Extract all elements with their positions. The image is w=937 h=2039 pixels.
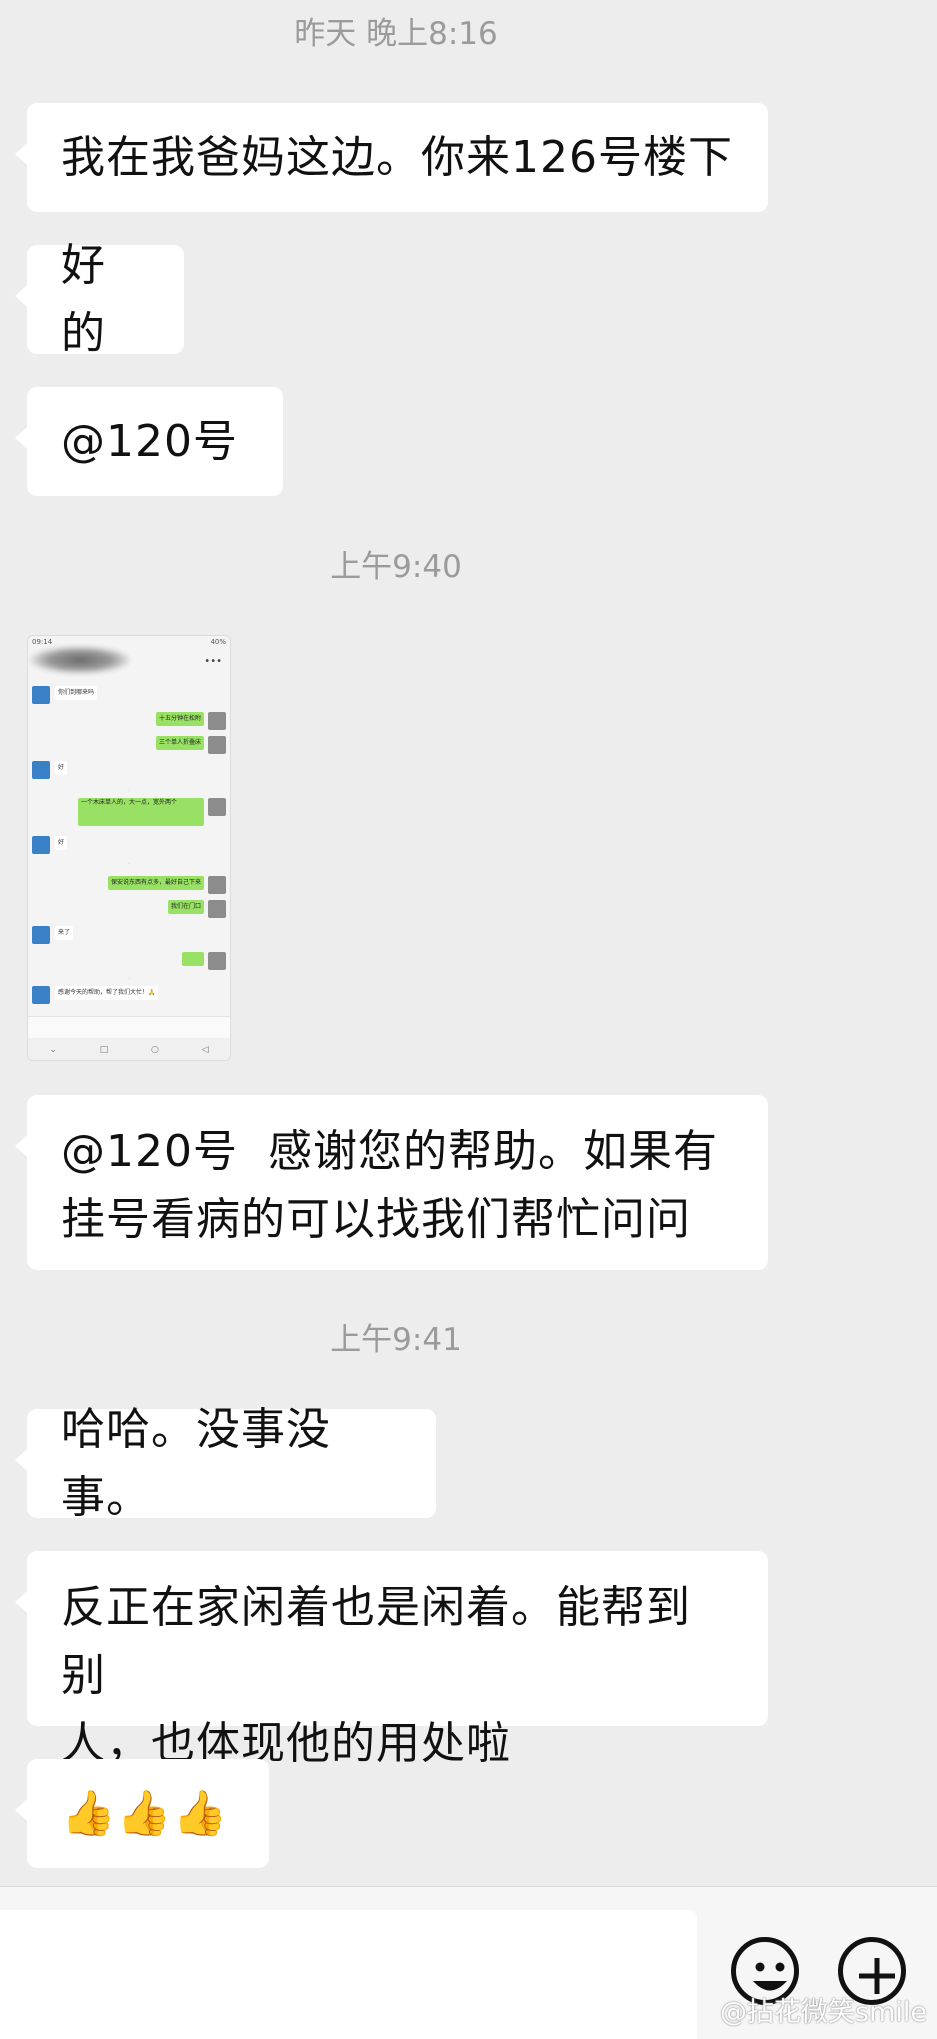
mini-chat-row: 十五分钟在松附 [28, 712, 230, 732]
triangle-icon: ◁ [201, 1045, 209, 1055]
avatar [32, 686, 50, 704]
message-bubble[interactable]: 反正在家闲着也是闲着。能帮到别 人，也体现他的用处啦 [15, 1551, 768, 1769]
blurred-contact-name [30, 646, 130, 674]
message-text: 我在我爸妈这边。你来126号楼下 [61, 131, 733, 183]
timestamp-morning-941: 上午9:41 [330, 1322, 462, 1358]
mini-bubble: 三个单人折叠床 [155, 736, 204, 750]
mini-bubble: 保安说东西有点多，最好自己下来 [107, 876, 204, 890]
message-input[interactable] [0, 1910, 697, 2039]
watermark: @拈花微笑smile [720, 1997, 927, 2028]
mini-chat-row: 来了 [28, 926, 230, 946]
input-bar: @拈花微笑smile [0, 1886, 937, 2039]
mini-chat-row: 保安说东西有点多，最好自己下来 [28, 876, 230, 896]
back-icon: ⌄ [49, 1045, 57, 1055]
circle-icon: ○ [151, 1045, 159, 1055]
mini-input-bar [28, 1016, 230, 1039]
message-text: 哈哈。没事没事。 [61, 1403, 331, 1523]
mini-time-divider: · [128, 976, 130, 982]
message-bubble[interactable]: 哈哈。没事没事。 [15, 1404, 436, 1523]
mini-chat-row: 好 [28, 836, 230, 856]
mini-bubble: 感谢今天的帮助，帮了我们大忙！🙏 [55, 986, 159, 1000]
mini-chat-row: 三个单人折叠床 [28, 736, 230, 756]
more-icon: ••• [204, 656, 222, 667]
message-bubble[interactable]: @120号 感谢您的帮助。如果有 挂号看病的可以找我们帮忙问问 [15, 1095, 768, 1270]
avatar [32, 836, 50, 854]
avatar [208, 952, 226, 970]
avatar [32, 926, 50, 944]
avatar [208, 736, 226, 754]
mini-bubble: 你们到哪来吗 [55, 686, 98, 700]
message-text: @120号 感谢您的帮助。如果有 挂号看病的可以找我们帮忙问问 [61, 1126, 718, 1245]
avatar [208, 712, 226, 730]
thumbs-up-emoji: 👍👍👍 [61, 1787, 229, 1839]
message-bubble[interactable]: 我在我爸妈这边。你来126号楼下 [15, 103, 768, 212]
mini-bubble: 来了 [55, 926, 74, 940]
mini-bubble: 十五分钟在松附 [155, 712, 204, 726]
mini-status-battery: 40% [210, 638, 226, 646]
avatar [208, 900, 226, 918]
message-text: 反正在家闲着也是闲着。能帮到别 人，也体现他的用处啦 [61, 1582, 691, 1769]
mini-chat-row [28, 952, 230, 972]
mini-nav-bar: ⌄ □ ○ ◁ [28, 1038, 230, 1060]
mini-bubble: 好 [55, 836, 68, 850]
mini-time-divider: · [128, 788, 130, 794]
square-icon: □ [99, 1045, 109, 1055]
mini-chat-row: 我们在门口 [28, 900, 230, 920]
image-message[interactable]: 09:14 40% ••• 你们到哪来吗 十五分钟在松附 三个单人折叠床 好 ·… [27, 635, 231, 1061]
message-text: 好的 [61, 239, 106, 359]
mini-chat-row: 你们到哪来吗 [28, 686, 230, 706]
message-bubble[interactable]: 👍👍👍 [15, 1759, 269, 1868]
mini-time-divider: · [128, 861, 130, 867]
message-bubble[interactable]: @120号 [15, 387, 283, 496]
mini-chat-row: 感谢今天的帮助，帮了我们大忙！🙏 [28, 986, 230, 1006]
avatar [32, 986, 50, 1004]
mini-chat-row: 一个木床单人的，大一点，宽外两个 [28, 798, 230, 832]
message-text: @120号 [61, 415, 238, 467]
mini-chat-row: 好 [28, 761, 230, 781]
mini-bubble [182, 952, 204, 966]
timestamp-yesterday: 昨天 晚上8:16 [294, 16, 498, 52]
timestamp-morning-940: 上午9:40 [330, 549, 462, 585]
mini-bubble: 我们在门口 [167, 900, 204, 914]
avatar [208, 876, 226, 894]
avatar [208, 798, 226, 816]
message-bubble[interactable]: 好的 [15, 240, 184, 359]
mini-bubble: 好 [55, 761, 68, 775]
avatar [32, 761, 50, 779]
mini-bubble: 一个木床单人的，大一点，宽外两个 [78, 798, 204, 826]
